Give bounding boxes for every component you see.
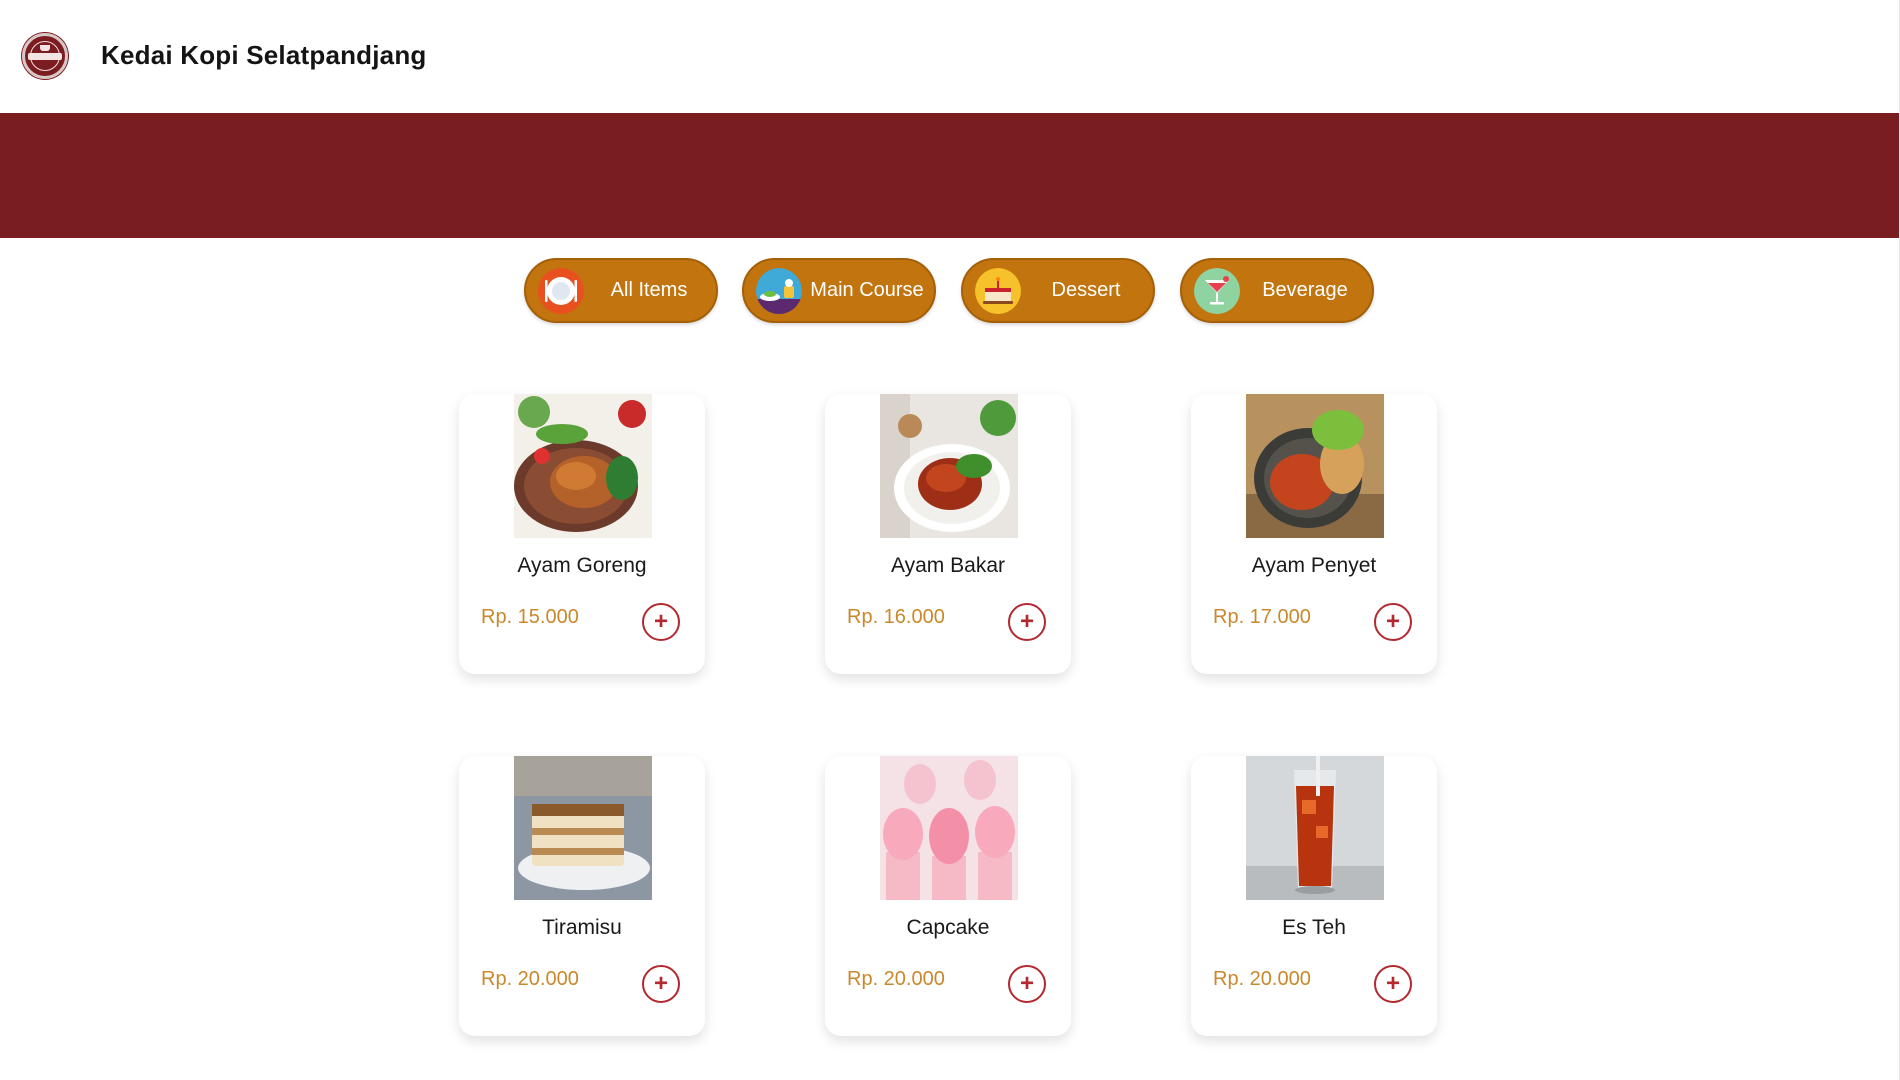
product-card[interactable]: Ayam Bakar Rp. 16.000 + (825, 394, 1071, 674)
product-price: Rp. 16.000 (847, 606, 945, 628)
product-card[interactable]: Ayam Penyet Rp. 17.000 + (1191, 394, 1437, 674)
product-card[interactable]: Capcake Rp. 20.000 + (825, 756, 1071, 1036)
category-beverage[interactable]: Beverage (1180, 258, 1374, 323)
category-label: All Items (610, 279, 688, 301)
tiramisu-photo (514, 756, 652, 900)
logo-band (28, 53, 62, 60)
iced-tea-photo (1246, 756, 1384, 900)
product-card[interactable]: Tiramisu Rp. 20.000 + (459, 756, 705, 1036)
plus-icon: + (1019, 608, 1034, 635)
add-to-cart-button[interactable]: + (1374, 965, 1412, 1003)
product-price: Rp. 20.000 (481, 968, 579, 990)
add-to-cart-button[interactable]: + (1008, 603, 1046, 641)
app-title: Kedai Kopi Selatpandjang (101, 40, 427, 70)
product-name: Ayam Goreng (517, 554, 647, 577)
cake-icon (975, 268, 1021, 314)
category-label: Main Course (810, 279, 924, 301)
category-label: Beverage (1262, 279, 1348, 301)
category-label: Dessert (1051, 279, 1121, 301)
cupcake-photo (880, 756, 1018, 900)
product-card[interactable]: Es Teh Rp. 20.000 + (1191, 756, 1437, 1036)
product-price: Rp. 20.000 (1213, 968, 1311, 990)
plus-icon: + (1385, 608, 1400, 635)
grilled-chicken-photo (880, 394, 1018, 538)
product-name: Ayam Bakar (891, 554, 1005, 577)
product-name: Tiramisu (542, 916, 622, 939)
main-course-icon (756, 268, 802, 314)
smashed-chicken-photo (1246, 394, 1384, 538)
plate-icon (538, 268, 584, 314)
product-price: Rp. 17.000 (1213, 606, 1311, 628)
logo-cup (40, 45, 50, 51)
add-to-cart-button[interactable]: + (642, 603, 680, 641)
category-dessert[interactable]: Dessert (961, 258, 1155, 323)
add-to-cart-button[interactable]: + (1008, 965, 1046, 1003)
app-header: Kedai Kopi Selatpandjang (0, 0, 1900, 113)
category-main-course[interactable]: Main Course (742, 258, 936, 323)
category-all-items[interactable]: All Items (524, 258, 718, 323)
fried-chicken-photo (514, 394, 652, 538)
product-name: Capcake (906, 916, 990, 939)
plus-icon: + (1019, 970, 1034, 997)
add-to-cart-button[interactable]: + (1374, 603, 1412, 641)
cocktail-icon (1194, 268, 1240, 314)
coffee-shop-logo-icon[interactable] (22, 33, 68, 79)
product-price: Rp. 15.000 (481, 606, 579, 628)
add-to-cart-button[interactable]: + (642, 965, 680, 1003)
product-name: Ayam Penyet (1251, 554, 1377, 577)
hero-banner (0, 113, 1900, 238)
product-card[interactable]: Ayam Goreng Rp. 15.000 + (459, 394, 705, 674)
plus-icon: + (653, 970, 668, 997)
plus-icon: + (1385, 970, 1400, 997)
product-name: Es Teh (1282, 916, 1346, 939)
product-price: Rp. 20.000 (847, 968, 945, 990)
plus-icon: + (653, 608, 668, 635)
